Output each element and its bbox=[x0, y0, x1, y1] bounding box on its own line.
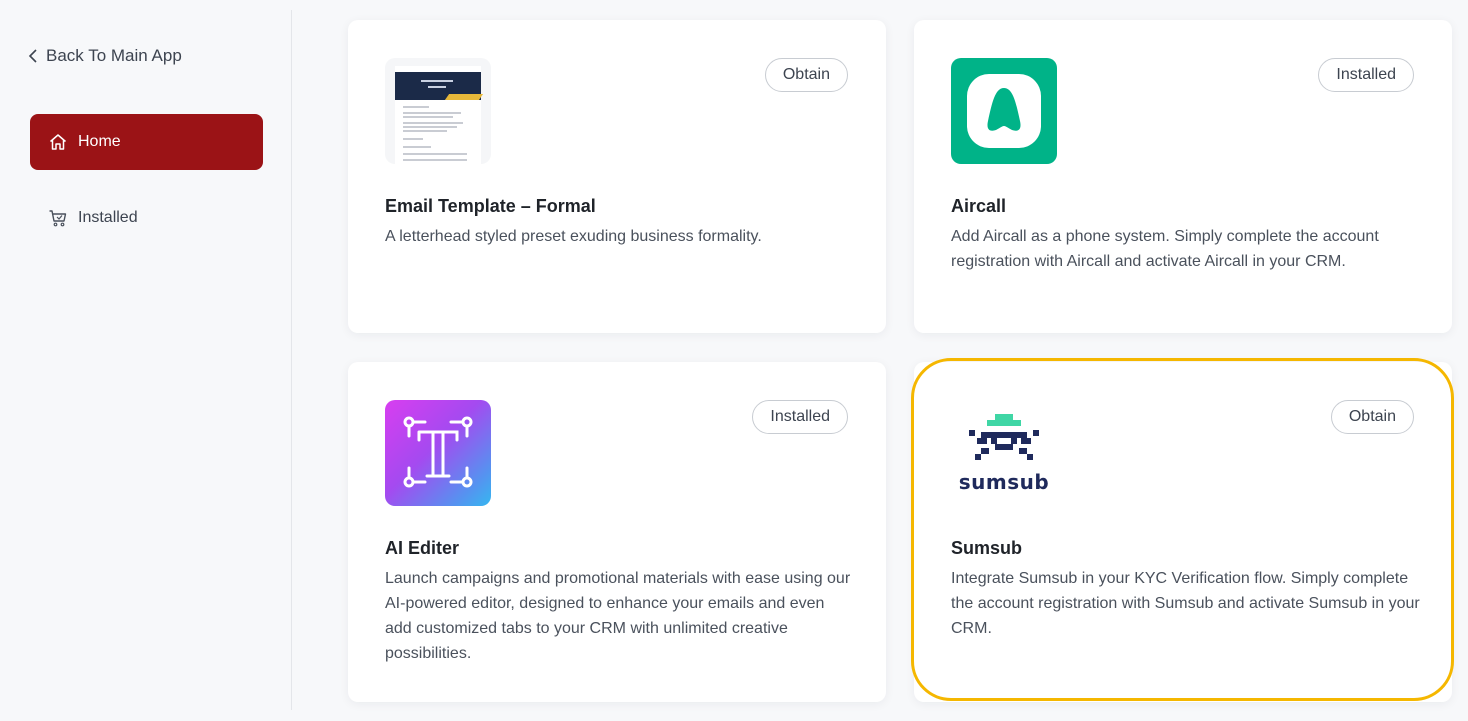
card-title: AI Editer bbox=[385, 538, 460, 558]
ai-editer-logo-icon bbox=[385, 400, 491, 506]
back-to-main-app-link[interactable]: Back To Main App bbox=[28, 46, 182, 66]
sumsub-logo-text: sumsub bbox=[958, 470, 1050, 494]
aircall-logo-icon bbox=[951, 58, 1057, 164]
installed-button[interactable]: Installed bbox=[752, 400, 848, 434]
back-link-label: Back To Main App bbox=[46, 46, 182, 65]
card-description: Launch campaigns and promotional materia… bbox=[385, 570, 851, 662]
app-grid: Obtain Email Template – Formal A letterh… bbox=[293, 0, 1468, 721]
sidebar-item-installed[interactable]: Installed bbox=[30, 190, 263, 246]
card-description: A letterhead styled preset exuding busin… bbox=[385, 228, 762, 245]
email-template-preview-icon bbox=[385, 58, 491, 164]
card-title: Sumsub bbox=[951, 538, 1023, 558]
sidebar-item-home[interactable]: Home bbox=[30, 114, 263, 170]
app-card-aircall[interactable]: Installed Aircall Add Aircall as a phone… bbox=[914, 20, 1452, 333]
card-description: Integrate Sumsub in your KYC Verificatio… bbox=[951, 570, 1420, 637]
sidebar-item-label: Home bbox=[78, 133, 121, 150]
obtain-button[interactable]: Obtain bbox=[1330, 400, 1414, 434]
installed-button[interactable]: Installed bbox=[1318, 58, 1414, 92]
obtain-button[interactable]: Obtain bbox=[764, 58, 848, 92]
home-icon bbox=[50, 134, 66, 150]
app-card-sumsub[interactable]: sumsub Obtain Sumsub Integrate Sumsub in… bbox=[914, 362, 1452, 702]
sidebar-item-label: Installed bbox=[78, 209, 138, 226]
card-title: Email Template – Formal bbox=[385, 196, 596, 216]
card-description: Add Aircall as a phone system. Simply co… bbox=[951, 228, 1379, 270]
chevron-left-icon bbox=[28, 49, 37, 63]
card-title: Aircall bbox=[951, 196, 1007, 216]
cart-icon bbox=[49, 210, 67, 227]
sumsub-logo-icon: sumsub bbox=[951, 400, 1057, 506]
app-card-email-template[interactable]: Obtain Email Template – Formal A letterh… bbox=[348, 20, 886, 333]
app-card-ai-editer[interactable]: Installed AI Editer Launch campaigns and… bbox=[348, 362, 886, 702]
sidebar: Back To Main App Home Installed bbox=[0, 10, 292, 710]
